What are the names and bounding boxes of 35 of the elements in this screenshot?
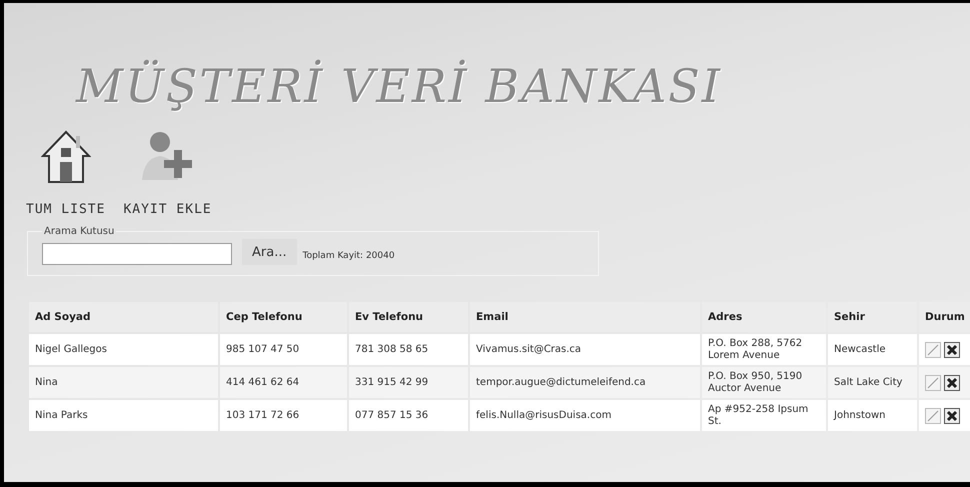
table-cell: P.O. Box 288, 5762 Lorem Avenue: [702, 334, 826, 365]
column-header: Cep Telefonu: [220, 302, 347, 332]
delete-icon[interactable]: [944, 408, 960, 424]
table-cell: Johnstown: [828, 400, 917, 431]
list-link[interactable]: TUM LISTE: [26, 128, 106, 217]
table-cell: Nina Parks: [29, 400, 218, 431]
table-cell: Ap #952-258 Ipsum St.: [702, 400, 826, 431]
table-cell: felis.Nulla@risusDuisa.com: [470, 400, 700, 431]
total-count: Toplam Kayit: 20040: [302, 251, 395, 261]
table-cell: Nigel Gallegos: [29, 334, 218, 365]
delete-icon[interactable]: [944, 374, 960, 390]
table-cell: Newcastle: [828, 334, 917, 365]
delete-icon[interactable]: [944, 342, 960, 358]
column-header: Adres: [702, 302, 826, 332]
table-cell: Nina: [29, 367, 218, 398]
search-button[interactable]: Ara...: [242, 239, 297, 265]
house-icon: [40, 128, 91, 184]
table-cell: 781 308 58 65: [349, 334, 468, 365]
table-cell: Vivamus.sit@Cras.ca: [470, 334, 700, 365]
page-title: MÜŞTERİ VERİ BANKASI: [76, 59, 723, 113]
column-header: Email: [470, 302, 700, 332]
table-cell: Salt Lake City: [828, 367, 917, 398]
search-legend: Arama Kutusu: [42, 226, 116, 237]
column-header: Ad Soyad: [29, 302, 218, 332]
table-cell: 331 915 42 99: [349, 367, 468, 398]
table-cell: P.O. Box 950, 5190 Auctor Avenue: [702, 367, 826, 398]
table-cell: 985 107 47 50: [220, 334, 347, 365]
table-cell: 414 461 62 64: [220, 367, 347, 398]
search-field[interactable]: [42, 243, 232, 265]
column-header: Ev Telefonu: [349, 302, 468, 332]
table-cell: 103 171 72 66: [220, 400, 347, 431]
add-record-link[interactable]: KAYIT EKLE: [123, 128, 212, 217]
table-cell: tempor.augue@dictumeleifend.ca: [470, 367, 700, 398]
table-cell: 077 857 15 36: [349, 400, 468, 431]
column-header: Sehir: [828, 302, 917, 332]
